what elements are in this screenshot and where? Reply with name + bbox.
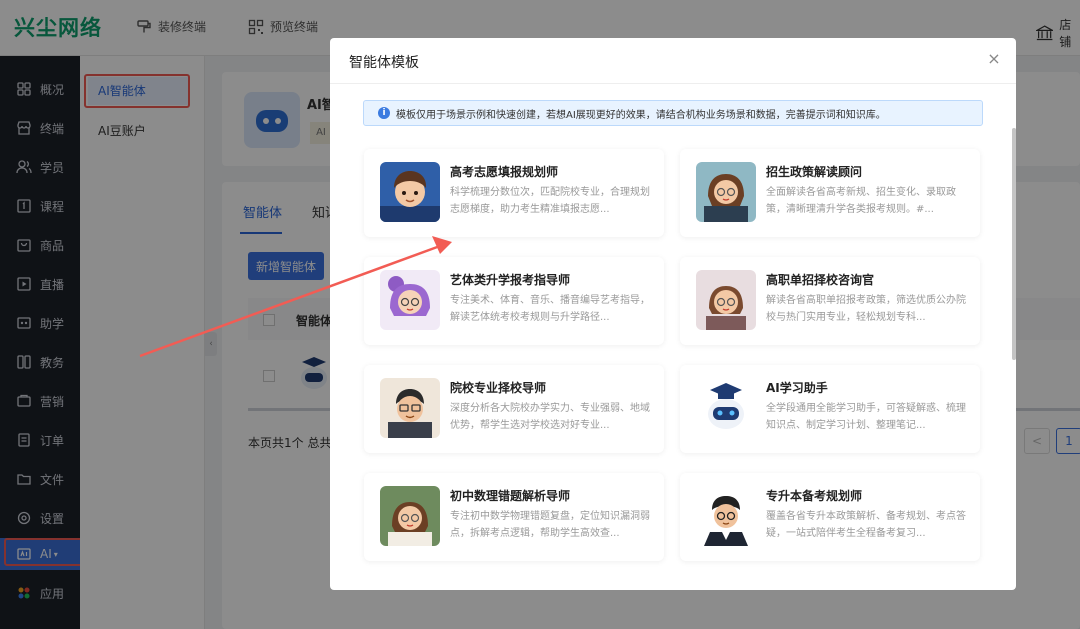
template-card[interactable]: 艺体类升学报考指导师 专注美术、体育、音乐、播音编导艺考指导，解读艺体统考校考规… <box>364 257 664 345</box>
boy-student-avatar <box>380 162 440 222</box>
template-desc: 全面解读各省高考新规、招生变化、录取政策，清晰理清升学各类报考规则。#... <box>766 187 956 215</box>
template-desc: 专注初中数学物理错题复盘，定位知识漏洞弱点，拆解考点逻辑，帮助学生高效查... <box>450 511 650 539</box>
man-glasses-avatar <box>380 378 440 438</box>
close-icon[interactable]: × <box>986 51 1002 67</box>
template-name: 院校专业择校导师 <box>450 381 547 395</box>
template-name: 招生政策解读顾问 <box>766 165 863 179</box>
template-card[interactable]: 高考志愿填报规划师 科学梳理分数位次，匹配院校专业，合理规划志愿梯度，助力考生精… <box>364 149 664 237</box>
template-card[interactable]: 专升本备考规划师 覆盖各省专升本政策解析、备考规划、考点答疑，一站式陪伴考生全程… <box>680 473 980 561</box>
template-card[interactable]: AI学习助手 全学段通用全能学习助手，可答疑解惑、梳理知识点、制定学习计划、整理… <box>680 365 980 453</box>
template-card[interactable]: 招生政策解读顾问 全面解读各省高考新规、招生变化、录取政策，清晰理清升学各类报考… <box>680 149 980 237</box>
template-desc: 解读各省高职单招报考政策，筛选优质公办院校与热门实用专业，轻松规划专科... <box>766 295 966 323</box>
template-name: 高职单招择校咨询官 <box>766 273 875 287</box>
notice-text: 模板仅用于场景示例和快速创建，若想AI展现更好的效果，请结合机构业务场景和数据，… <box>396 109 886 121</box>
template-name: 高考志愿填报规划师 <box>450 165 559 179</box>
template-desc: 深度分析各大院校办学实力、专业强弱、地域优势，帮学生选对学校选对好专业... <box>450 403 650 431</box>
template-desc: 科学梳理分数位次，匹配院校专业，合理规划志愿梯度，助力考生精准填报志愿... <box>450 187 650 215</box>
modal-title: 智能体模板 <box>349 55 419 71</box>
template-card[interactable]: 高职单招择校咨询官 解读各省高职单招报考政策，筛选优质公办院校与热门实用专业，轻… <box>680 257 980 345</box>
template-card[interactable]: 院校专业择校导师 深度分析各大院校办学实力、专业强弱、地域优势，帮学生选对学校选… <box>364 365 664 453</box>
template-desc: 覆盖各省专升本政策解析、备考规划、考点答疑，一站式陪伴考生全程备考复习... <box>766 511 966 539</box>
template-name: 专升本备考规划师 <box>766 489 863 503</box>
agent-template-modal: 智能体模板 × i 模板仅用于场景示例和快速创建，若想AI展现更好的效果，请结合… <box>330 38 1016 590</box>
template-name: AI学习助手 <box>766 381 828 395</box>
template-desc: 全学段通用全能学习助手，可答疑解惑、梳理知识点、制定学习计划、整理笔记... <box>766 403 966 431</box>
purple-hair-avatar <box>380 270 440 330</box>
template-card[interactable]: 初中数理错题解析导师 专注初中数学物理错题复盘，定位知识漏洞弱点，拆解考点逻辑，… <box>364 473 664 561</box>
info-icon: i <box>378 107 390 119</box>
template-name: 艺体类升学报考指导师 <box>450 273 571 287</box>
woman-glasses-avatar <box>696 162 756 222</box>
template-desc: 专注美术、体育、音乐、播音编导艺考指导，解读艺体统考校考规则与升学路径... <box>450 295 650 323</box>
robot-graduate-avatar <box>696 378 756 438</box>
template-name: 初中数理错题解析导师 <box>450 489 571 503</box>
man-suit-avatar <box>696 486 756 546</box>
modal-divider <box>330 83 1016 84</box>
woman-teacher-avatar <box>380 486 440 546</box>
template-notice: i 模板仅用于场景示例和快速创建，若想AI展现更好的效果，请结合机构业务场景和数… <box>363 100 983 126</box>
modal-scrollbar-thumb[interactable] <box>1012 128 1016 360</box>
woman-bob-avatar <box>696 270 756 330</box>
